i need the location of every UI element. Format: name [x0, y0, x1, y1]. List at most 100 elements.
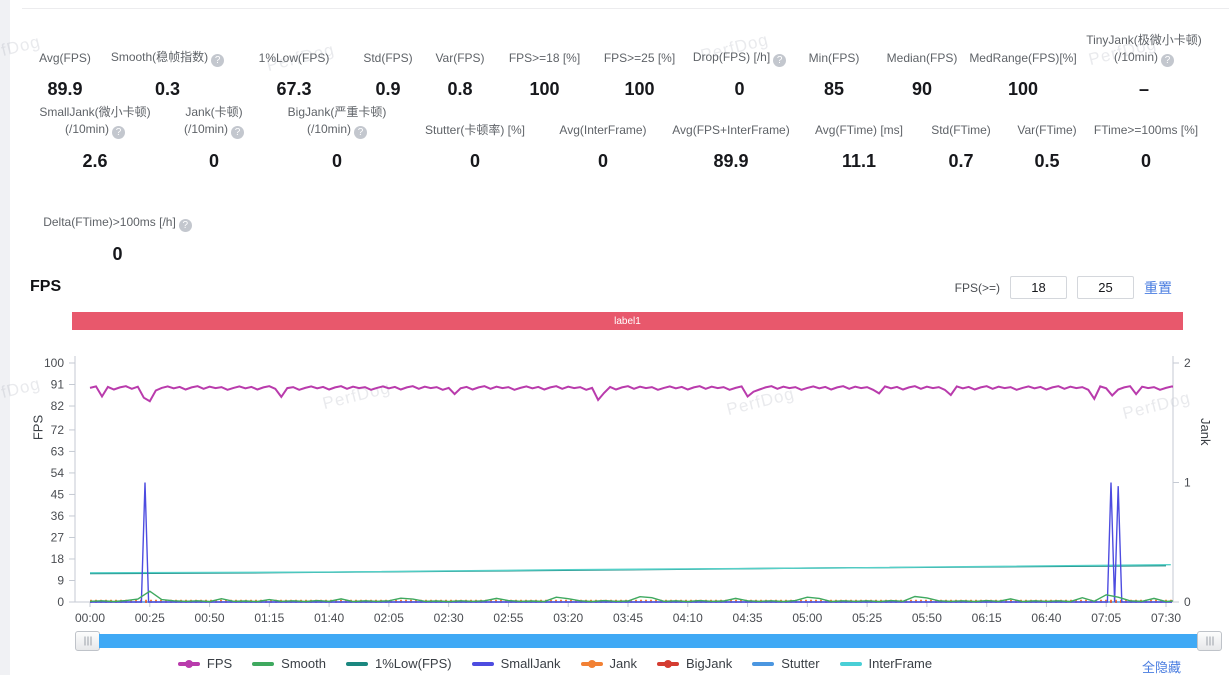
series-smalljank [90, 482, 1172, 603]
metric-value: 89.9 [47, 79, 83, 99]
metric-label: Var(FTime) [1017, 123, 1077, 137]
legend-item-stutter[interactable]: Stutter [752, 656, 820, 671]
legend-item-jank[interactable]: Jank [580, 656, 637, 671]
svg-text:18: 18 [51, 552, 65, 566]
svg-text:45: 45 [51, 487, 65, 501]
metric-value: 0.8 [447, 79, 473, 99]
svg-text:05:50: 05:50 [912, 611, 942, 625]
legend-label: BigJank [686, 656, 733, 671]
legend-label: InterFrame [868, 656, 933, 671]
metric-row2-6: Avg(FTime) [ms] 11.1 [800, 105, 918, 172]
scrollbar-left-handle-icon[interactable] [75, 631, 100, 651]
metric-value: 100 [529, 79, 560, 99]
legend-swatch-icon [345, 661, 368, 666]
scrollbar-right-handle-icon[interactable] [1197, 631, 1222, 651]
metrics-row-3: Delta(FTime)>100ms [/h]? 0 [30, 198, 205, 265]
metric-row2-3: Stutter(卡顿率) [%] 0 [406, 105, 544, 172]
svg-text:0: 0 [1184, 595, 1191, 609]
chart-label-banner[interactable]: label1 [72, 312, 1183, 330]
svg-text:2: 2 [1184, 356, 1191, 370]
chart-legend: FPS Smooth 1%Low(FPS) SmallJank Jank BigJank S… [0, 656, 1110, 671]
metric-value: 0.9 [375, 79, 401, 99]
metric-row1-4: Var(FPS) 0.8 [423, 33, 497, 100]
legend-label: Smooth [281, 656, 326, 671]
help-icon[interactable]: ? [354, 126, 367, 139]
svg-text:02:55: 02:55 [493, 611, 523, 625]
metric-row1-0: Avg(FPS) 89.9 [30, 33, 100, 100]
fps-threshold-input-1[interactable] [1010, 276, 1067, 299]
metric-value: 0 [208, 151, 219, 171]
metric-value: 0.7 [948, 151, 974, 171]
svg-text:0: 0 [57, 595, 64, 609]
legend-swatch-icon [580, 659, 603, 668]
legend-swatch-icon [471, 661, 494, 666]
fps-jank-chart[interactable]: 100 91 82 72 63 54 45 36 27 18 9 0 2 1 0 00:00 00:25 00:5… [0, 350, 1229, 632]
reset-button[interactable]: 重置 [1144, 278, 1172, 298]
svg-text:00:00: 00:00 [75, 611, 105, 625]
left-axis-title: FPS [30, 414, 46, 441]
legend-item-1-low-fps-[interactable]: 1%Low(FPS) [345, 656, 452, 671]
metric-label: Std(FTime) [931, 123, 991, 137]
metric-value: 89.9 [713, 151, 749, 171]
svg-text:01:15: 01:15 [254, 611, 284, 625]
legend-swatch-icon [252, 661, 275, 666]
help-icon[interactable]: ? [1161, 54, 1174, 67]
legend-item-interframe[interactable]: InterFrame [839, 656, 933, 671]
legend-item-fps[interactable]: FPS [177, 656, 232, 671]
help-icon[interactable]: ? [211, 54, 225, 67]
metric-value: 67.3 [276, 79, 312, 99]
metric-label: 1%Low(FPS) [258, 51, 330, 65]
metric-label: Median(FPS) [886, 51, 958, 65]
scrollbar-track[interactable] [99, 634, 1198, 648]
metrics-row-2: SmallJank(微小卡顿) (/10min)? 2.6 Jank(卡顿) (/10m… [30, 104, 1202, 172]
metric-row1-8: Min(FPS) 85 [792, 33, 876, 100]
help-icon[interactable]: ? [178, 219, 192, 232]
metric-value: 0 [112, 244, 123, 264]
help-icon[interactable]: ? [112, 126, 125, 139]
metric-row2-8: Var(FTime) 0.5 [1004, 105, 1090, 172]
svg-text:01:40: 01:40 [314, 611, 344, 625]
series-interframe [89, 564, 1171, 574]
metric-row1-11: TinyJank(极微小卡顿) (/10min)? – [1078, 32, 1210, 100]
svg-text:36: 36 [51, 509, 65, 523]
metric-row1-9: Median(FPS) 90 [876, 33, 968, 100]
fps-section-title: FPS [30, 278, 62, 295]
metric-value: – [1138, 79, 1149, 99]
metric-value: 0 [597, 151, 608, 171]
card-top-border [22, 8, 1229, 9]
svg-text:02:05: 02:05 [374, 611, 404, 625]
svg-text:1: 1 [1184, 476, 1191, 490]
legend-item-smooth[interactable]: Smooth [252, 656, 326, 671]
help-icon[interactable]: ? [773, 54, 787, 67]
svg-text:05:00: 05:00 [792, 611, 822, 625]
metric-label: BigJank(严重卡顿) (/10min)? [287, 105, 387, 139]
svg-text:9: 9 [57, 573, 64, 587]
hide-all-button[interactable]: 全隐藏 [1142, 657, 1181, 675]
svg-text:04:10: 04:10 [673, 611, 703, 625]
svg-text:63: 63 [51, 444, 65, 458]
metric-row1-2: 1%Low(FPS) 67.3 [235, 33, 353, 100]
metric-row2-2: BigJank(严重卡顿) (/10min)? 0 [268, 104, 406, 172]
legend-label: Jank [609, 656, 637, 671]
metric-label: FTime>=100ms [%] [1093, 123, 1199, 137]
fps-threshold-input-2[interactable] [1077, 276, 1134, 299]
metric-value: 11.1 [841, 151, 877, 171]
metric-value: 0 [331, 151, 342, 171]
metric-row2-9: FTime>=100ms [%] 0 [1090, 105, 1202, 172]
legend-swatch-icon [752, 661, 775, 666]
legend-item-bigjank[interactable]: BigJank [657, 656, 732, 671]
metric-value: 2.6 [82, 151, 108, 171]
fps-threshold-label: FPS(>=) [954, 280, 1000, 295]
metric-label: FPS>=18 [%] [508, 51, 581, 65]
legend-label: 1%Low(FPS) [374, 656, 452, 671]
svg-text:03:20: 03:20 [553, 611, 583, 625]
metric-value: 0 [469, 151, 480, 171]
svg-text:91: 91 [51, 378, 65, 392]
metric-row1-10: MedRange(FPS)[%] 100 [968, 33, 1078, 100]
legend-swatch-icon [177, 659, 200, 668]
help-icon[interactable]: ? [231, 126, 244, 139]
legend-item-smalljank[interactable]: SmallJank [471, 656, 561, 671]
metric-row1-1: Smooth(稳帧指数)? 0.3 [100, 33, 235, 100]
series-fps [89, 385, 1173, 403]
metric-row1-5: FPS>=18 [%] 100 [497, 33, 592, 100]
